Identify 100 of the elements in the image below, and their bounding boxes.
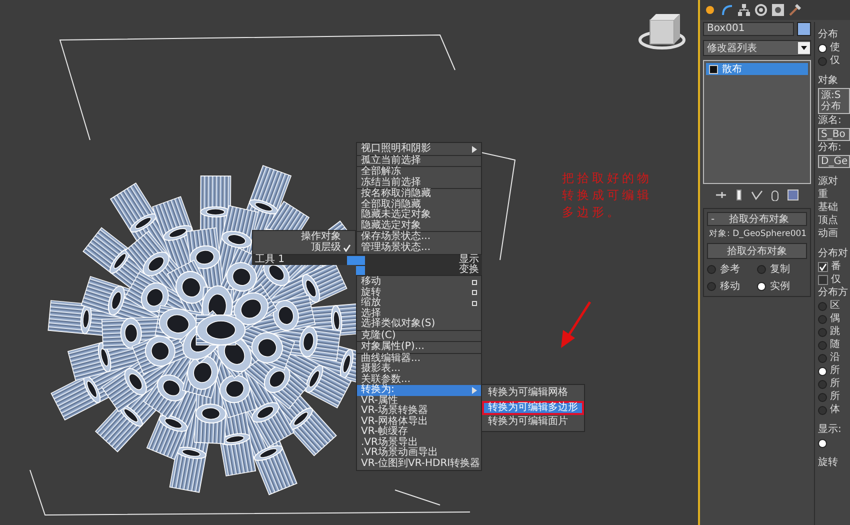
radio-button[interactable] [707,264,716,274]
menu-item[interactable]: 保存场景状态... [357,232,481,242]
menu-item[interactable]: .VR场景动画导出 [357,448,481,458]
field-label: 顶点 [818,215,839,227]
radio-label: 偶 [830,313,840,325]
checkbox[interactable] [818,262,828,272]
options-box-icon[interactable] [472,290,477,296]
menu-item[interactable]: VR-网格体导出 [357,416,481,427]
menu-item[interactable]: 操作对象 [253,232,355,242]
menu-item[interactable]: 隐藏未选定对象 [357,210,481,220]
curve-icon[interactable] [720,3,734,17]
menu-item[interactable]: 按名称取消隐藏 [357,189,481,200]
menu-item[interactable]: VR-帧缓存 [357,427,481,438]
field-label: 分布方 [818,287,849,299]
field-label: 源名: [818,115,842,127]
hammer-icon[interactable] [788,3,802,17]
menu-item[interactable]: 曲线编辑器... [357,354,481,364]
object-name-field[interactable]: Box001 [703,22,794,36]
field-label: 分布: [818,142,842,154]
radio-label: 所 [830,378,840,390]
menu-item[interactable]: 转换为可编辑面片 [482,415,584,430]
radio-button[interactable] [818,438,827,448]
radio-button[interactable] [818,392,827,402]
radio-button[interactable] [818,366,827,376]
radio-button[interactable] [818,56,827,66]
motion-icon[interactable] [754,3,768,17]
radio-label: 所 [830,365,840,377]
radio-button[interactable] [707,282,716,290]
configure-icon[interactable] [787,189,799,201]
menu-item[interactable]: 选择 [357,308,481,319]
group-title: 对象 [818,74,839,87]
create-icon[interactable] [703,3,717,17]
pin-icon[interactable] [715,189,727,201]
menu-item[interactable]: VR-位图到VR-HDRI转换器 [357,458,481,469]
pick-object-button[interactable]: 拾取分布对象 [707,243,807,259]
radio-label: 沿 [830,352,840,364]
menu-item[interactable]: 摄影表... [357,364,481,374]
radio-button[interactable] [818,406,827,414]
text-field[interactable]: S_Bo [818,128,850,141]
options-box-icon[interactable] [472,300,477,306]
display-icon[interactable] [771,3,785,17]
collapse-toggle[interactable]: - [711,214,715,224]
menu-item[interactable]: 孤立当前选择 [357,156,481,166]
menu-item[interactable]: 转换为可编辑多边形 [482,400,584,415]
menu-item[interactable]: 冻结当前选择 [357,178,481,188]
radio-button[interactable] [757,282,766,290]
radio-button[interactable] [818,340,827,350]
annotation-arrow [561,301,592,348]
annotation-text: 把拾取好的物 转换成可编辑 多边形。 [562,170,652,221]
menu-item[interactable]: 克隆(C) [357,330,481,341]
menu-item[interactable]: 视口照明和阴影 [357,144,481,154]
menu-item[interactable]: 旋转 [357,288,481,298]
color-swatch[interactable] [797,22,811,36]
menu-item[interactable]: 顶层级 [253,242,355,253]
check-mark-icon[interactable] [751,189,763,201]
checkbox[interactable] [818,275,828,285]
menu-item[interactable]: 关联参数... [357,374,481,385]
radio-button[interactable] [818,314,827,324]
menu-item[interactable]: 对象属性(P)... [357,342,481,352]
quadrant-marker[interactable] [347,256,356,264]
radio-label: 仅 [830,55,840,67]
view-cube-icon[interactable] [638,14,686,50]
quadrant-marker[interactable] [356,256,365,264]
menu-item[interactable]: 全部解冻 [357,167,481,178]
menu-item[interactable]: .VR场景导出 [357,438,481,448]
radio-label: 随 [830,339,840,351]
stack-item[interactable]: 散布 [706,63,808,75]
rollout-header[interactable]: - 拾取分布对象 [707,212,807,226]
radio-button[interactable] [818,380,827,388]
radio-button[interactable] [818,302,827,310]
menu-item[interactable]: 全部取消隐藏 [357,200,481,210]
radio-label: 移动 [720,280,740,293]
menu-item[interactable]: VR-属性 [357,396,481,406]
menu-item[interactable]: 转换为: [357,385,481,396]
menu-item[interactable]: VR-场景转换器 [357,406,481,416]
radio-button[interactable] [818,328,827,336]
quadrant-marker[interactable] [356,266,365,274]
radio-button[interactable] [818,44,827,52]
group-title: 分布对 [818,246,849,260]
modifier-toggle-icon[interactable] [709,64,718,74]
radio-button[interactable] [818,354,827,362]
remove-modifier-icon[interactable] [769,189,781,201]
menu-item[interactable]: 隐藏选定对象 [357,220,481,231]
object-label: 对象: D_GeoSphere001 [708,229,807,240]
menu-item[interactable]: 选择类似对象(S) [357,319,481,330]
menu-item[interactable]: 转换为可编辑网格 [482,386,584,400]
group-title: 分布 [818,28,839,41]
menu-item[interactable]: 缩放 [357,298,481,308]
group-title: 显示: [818,423,842,436]
radio-label: 所 [830,391,840,403]
radio-button[interactable] [757,264,766,274]
text-field[interactable]: D_Ge [818,155,850,168]
hierarchy-icon[interactable] [737,3,751,17]
menu-item[interactable]: 移动 [357,277,481,288]
group-title: 源对 [818,174,839,188]
menu-item[interactable]: 管理场景状态... [357,242,481,253]
checkbox-label: 番 [831,261,841,273]
options-box-icon[interactable] [472,280,477,285]
radio-label: 使 [830,42,840,54]
modifier-list-dropdown[interactable]: 修改器列表 [703,40,811,56]
